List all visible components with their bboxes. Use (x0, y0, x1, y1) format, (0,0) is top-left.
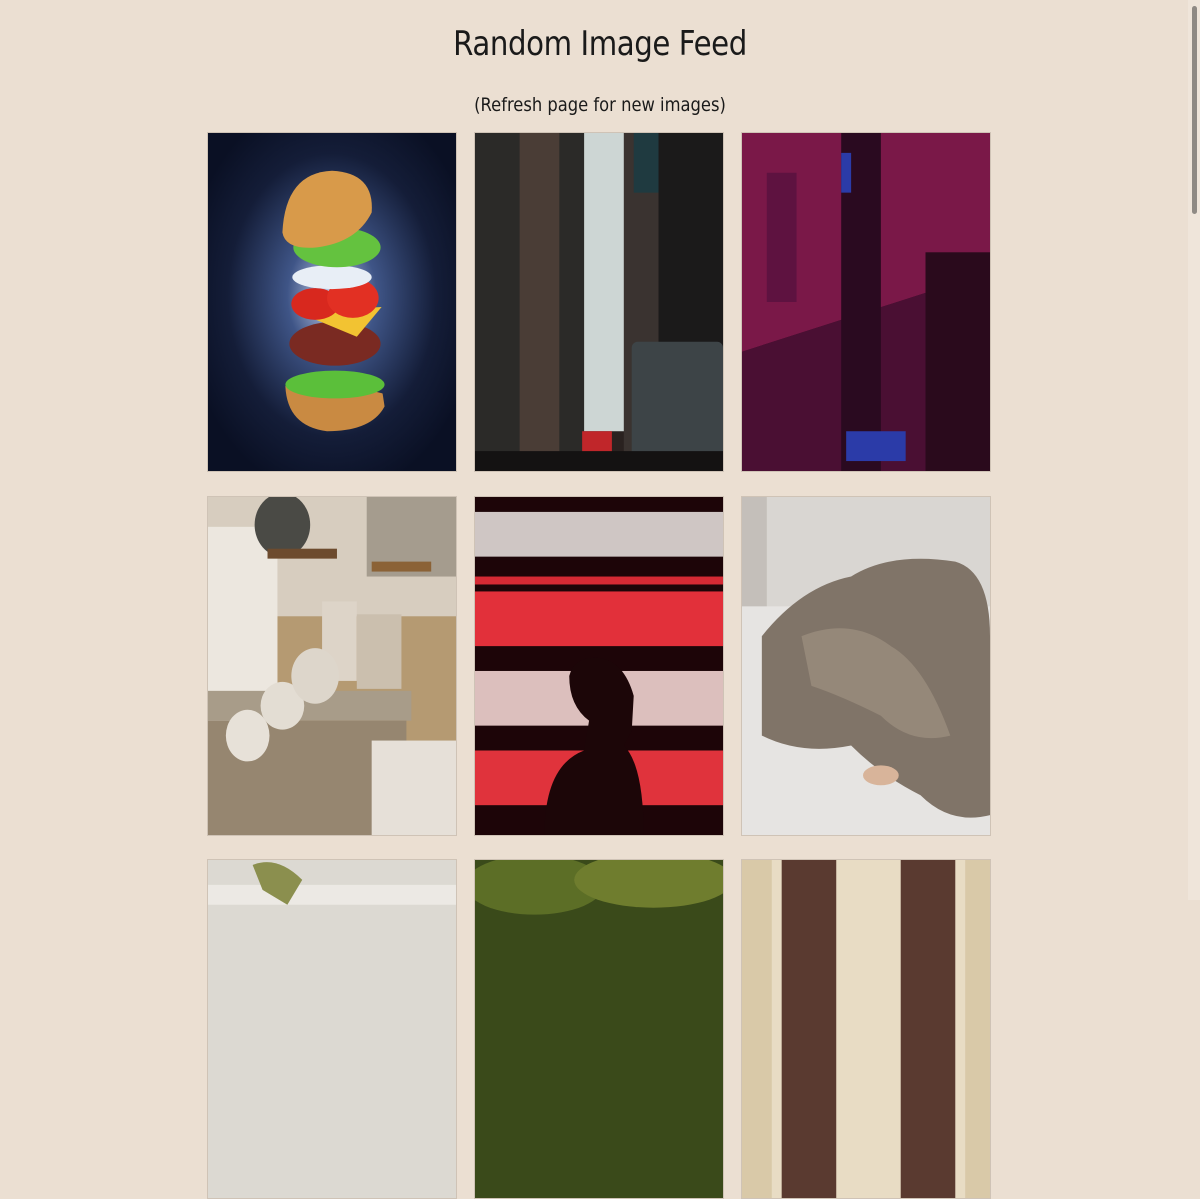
image-tile-building-windows[interactable] (741, 859, 991, 1199)
burger-image (208, 133, 456, 471)
image-tile-plant[interactable] (207, 859, 457, 1199)
vertical-scrollbar[interactable] (1188, 0, 1200, 900)
grey-bed-sheets-image (742, 497, 990, 835)
scrollbar-thumb[interactable] (1192, 6, 1197, 214)
plant-image (208, 860, 456, 1198)
image-grid (0, 0, 1200, 1199)
rustic-interior-image (208, 497, 456, 835)
tree-canopy-image (475, 860, 723, 1198)
red-neon-silhouette-image (475, 497, 723, 835)
image-tile-city-street[interactable] (474, 132, 724, 472)
image-tile-grey-bed-sheets[interactable] (741, 496, 991, 836)
image-tile-burger[interactable] (207, 132, 457, 472)
image-tile-tree-canopy[interactable] (474, 859, 724, 1199)
image-tile-magenta-building[interactable] (741, 132, 991, 472)
magenta-building-image (742, 133, 990, 471)
image-tile-rustic-interior[interactable] (207, 496, 457, 836)
image-tile-red-neon-silhouette[interactable] (474, 496, 724, 836)
building-windows-image (742, 860, 990, 1198)
city-street-image (475, 133, 723, 471)
